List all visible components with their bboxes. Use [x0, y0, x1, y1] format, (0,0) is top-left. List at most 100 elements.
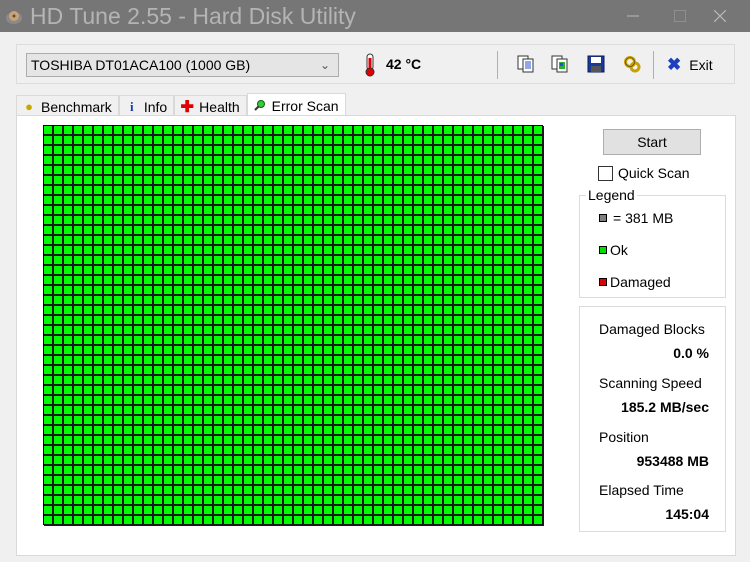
- scan-block-ok: [444, 196, 454, 206]
- scan-block-ok: [254, 146, 264, 156]
- scan-block-ok: [184, 226, 194, 236]
- scan-block-ok: [184, 186, 194, 196]
- scan-block-ok: [444, 206, 454, 216]
- scan-block-ok: [344, 176, 354, 186]
- drive-select[interactable]: TOSHIBA DT01ACA100 (1000 GB) ⌄: [26, 53, 339, 77]
- scan-block-ok: [324, 206, 334, 216]
- scan-block-ok: [224, 236, 234, 246]
- scan-block-ok: [504, 286, 514, 296]
- scan-block-ok: [484, 346, 494, 356]
- scan-block-ok: [374, 166, 384, 176]
- scan-block-ok: [254, 416, 264, 426]
- scan-block-ok: [114, 366, 124, 376]
- scan-block-ok: [294, 496, 304, 506]
- tab-info[interactable]: i Info: [118, 95, 175, 117]
- scan-block-ok: [414, 326, 424, 336]
- position-value: 953488 MB: [636, 453, 709, 469]
- scan-block-ok: [244, 336, 254, 346]
- scan-block-ok: [124, 156, 134, 166]
- scan-block-ok: [114, 306, 124, 316]
- scan-block-ok: [434, 306, 444, 316]
- scan-block-ok: [174, 186, 184, 196]
- scan-block-ok: [124, 286, 134, 296]
- start-button[interactable]: Start: [603, 129, 701, 155]
- scan-block-ok: [164, 356, 174, 366]
- scan-block-ok: [64, 176, 74, 186]
- scan-block-ok: [514, 306, 524, 316]
- scan-block-ok: [314, 316, 324, 326]
- scan-block-ok: [204, 246, 214, 256]
- scan-block-ok: [434, 446, 444, 456]
- scan-block-ok: [404, 376, 414, 386]
- scan-block-ok: [474, 276, 484, 286]
- scan-block-ok: [104, 226, 114, 236]
- scan-block-ok: [534, 156, 544, 166]
- scan-block-ok: [304, 306, 314, 316]
- scan-block-ok: [534, 346, 544, 356]
- scan-block-ok: [414, 146, 424, 156]
- scan-block-ok: [134, 356, 144, 366]
- scan-block-ok: [184, 496, 194, 506]
- scan-block-ok: [444, 446, 454, 456]
- close-window-button[interactable]: [697, 0, 743, 32]
- scan-block-ok: [354, 496, 364, 506]
- scan-block-ok: [234, 406, 244, 416]
- scan-block-ok: [474, 136, 484, 146]
- exit-button[interactable]: ✖ Exit: [667, 53, 713, 77]
- save-icon[interactable]: [586, 54, 606, 74]
- scan-block-ok: [114, 466, 124, 476]
- scan-block-ok: [344, 406, 354, 416]
- scan-block-ok: [354, 156, 364, 166]
- scan-block-ok: [304, 376, 314, 386]
- scan-block-ok: [424, 316, 434, 326]
- scan-block-ok: [284, 176, 294, 186]
- scan-block-ok: [204, 386, 214, 396]
- minimize-button[interactable]: [610, 0, 656, 32]
- scan-block-ok: [344, 486, 354, 496]
- scan-block-ok: [204, 206, 214, 216]
- scan-block-ok: [74, 356, 84, 366]
- scan-block-ok: [534, 176, 544, 186]
- scan-block-ok: [504, 156, 514, 166]
- scan-block-ok: [354, 276, 364, 286]
- scan-block-ok: [124, 246, 134, 256]
- scan-block-ok: [94, 216, 104, 226]
- scan-block-ok: [524, 466, 534, 476]
- copy-screenshot-icon[interactable]: [550, 54, 570, 74]
- scan-block-ok: [194, 506, 204, 516]
- scan-block-ok: [154, 416, 164, 426]
- scan-block-ok: [204, 456, 214, 466]
- scan-block-ok: [374, 136, 384, 146]
- scan-block-ok: [164, 376, 174, 386]
- options-icon[interactable]: [622, 54, 642, 74]
- scan-block-ok: [384, 316, 394, 326]
- scan-block-ok: [44, 166, 54, 176]
- scan-block-ok: [264, 176, 274, 186]
- tab-error-scan[interactable]: Error Scan: [246, 93, 346, 117]
- scan-block-ok: [324, 326, 334, 336]
- scan-block-ok: [164, 216, 174, 226]
- scan-block-ok: [364, 216, 374, 226]
- scan-block-ok: [484, 426, 494, 436]
- scan-block-ok: [484, 456, 494, 466]
- scan-block-ok: [94, 346, 104, 356]
- scan-block-ok: [394, 476, 404, 486]
- copy-text-icon[interactable]: [516, 54, 536, 74]
- scan-block-ok: [344, 156, 354, 166]
- scan-block-ok: [434, 286, 444, 296]
- scan-block-ok: [164, 476, 174, 486]
- scan-block-ok: [74, 276, 84, 286]
- close-icon: [714, 10, 726, 22]
- scan-block-ok: [114, 126, 124, 136]
- scan-block-ok: [184, 176, 194, 186]
- scan-block-ok: [274, 476, 284, 486]
- tab-benchmark[interactable]: ● Benchmark: [16, 95, 119, 117]
- scan-block-ok: [414, 436, 424, 446]
- scan-block-ok: [464, 346, 474, 356]
- scan-block-ok: [434, 426, 444, 436]
- tab-health[interactable]: ✚ Health: [174, 95, 247, 117]
- scan-block-ok: [74, 436, 84, 446]
- scan-block-ok: [514, 286, 524, 296]
- scan-block-ok: [354, 126, 364, 136]
- quick-scan-checkbox[interactable]: [598, 165, 613, 181]
